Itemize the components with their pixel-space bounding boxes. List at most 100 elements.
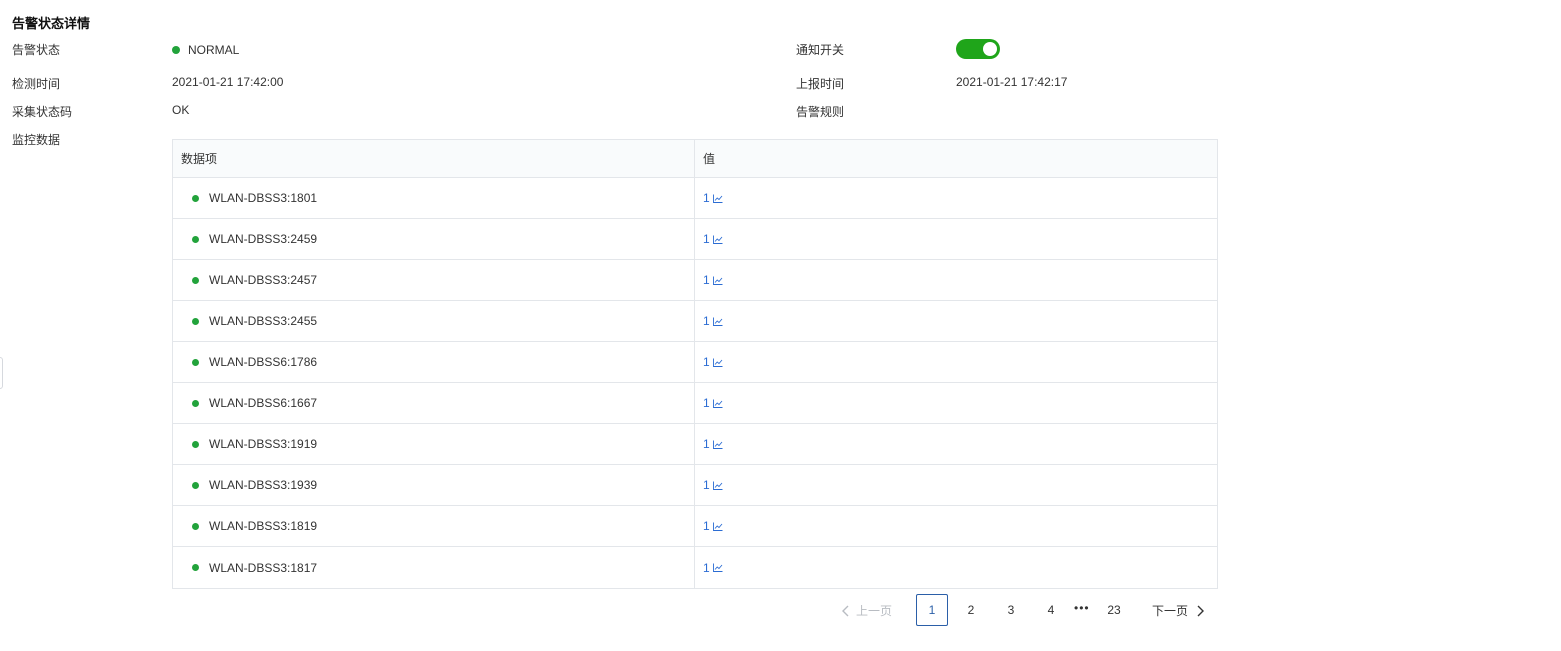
table-row: WLAN-DBSS3:1939 1 <box>173 465 1217 506</box>
value-cell: 1 <box>695 342 1217 382</box>
status-ok-icon <box>192 276 199 284</box>
notify-switch-label: 通知开关 <box>796 43 845 57</box>
value-cell: 1 <box>695 383 1217 423</box>
data-item-name: WLAN-DBSS3:2457 <box>209 273 318 287</box>
status-ok-icon <box>192 522 199 530</box>
detect-time-label: 检测时间 <box>12 77 61 91</box>
table-body: WLAN-DBSS3:1801 1 WLAN-DBSS3:2459 1 WLAN-DBS… <box>173 178 1217 588</box>
alert-status-text: NORMAL <box>188 43 240 57</box>
table-row: WLAN-DBSS3:1919 1 <box>173 424 1217 465</box>
value-chart-link[interactable]: 1 <box>703 273 723 287</box>
status-ok-icon <box>192 194 199 202</box>
value-cell: 1 <box>695 301 1217 341</box>
side-drawer-handle[interactable] <box>0 357 3 389</box>
value-number: 1 <box>703 314 710 328</box>
data-item-cell: WLAN-DBSS3:1817 <box>173 547 695 588</box>
alert-rule-label: 告警规则 <box>796 105 845 119</box>
prev-page-button[interactable]: 上一页 <box>842 602 892 619</box>
value-number: 1 <box>703 191 710 205</box>
chevron-left-icon <box>842 605 849 616</box>
value-number: 1 <box>703 478 710 492</box>
notify-switch-toggle[interactable] <box>956 39 1000 59</box>
line-chart-icon <box>712 235 723 244</box>
value-chart-link[interactable]: 1 <box>703 314 723 328</box>
line-chart-icon <box>712 276 723 285</box>
line-chart-icon <box>712 481 723 490</box>
page-1-button[interactable]: 1 <box>916 594 948 626</box>
report-time-value: 2021-01-21 17:42:17 <box>956 75 1068 89</box>
column-header-item: 数据项 <box>173 140 695 177</box>
data-item-name: WLAN-DBSS3:2455 <box>209 314 318 328</box>
alert-status-value: NORMAL <box>172 43 239 57</box>
data-item-name: WLAN-DBSS6:1667 <box>209 396 318 410</box>
value-chart-link[interactable]: 1 <box>703 355 723 369</box>
data-item-cell: WLAN-DBSS3:1801 <box>173 178 695 218</box>
data-item-name: WLAN-DBSS3:1919 <box>209 437 318 451</box>
page-3-button[interactable]: 3 <box>996 595 1026 625</box>
value-cell: 1 <box>695 547 1217 588</box>
data-item-name: WLAN-DBSS3:2459 <box>209 232 318 246</box>
data-item-name: WLAN-DBSS3:1801 <box>209 191 318 205</box>
monitor-data-table: 数据项 值 WLAN-DBSS3:1801 1 WLAN-DBSS3:2459 1 WL… <box>172 139 1218 589</box>
value-chart-link[interactable]: 1 <box>703 396 723 410</box>
data-item-name: WLAN-DBSS3:1819 <box>209 519 318 533</box>
data-item-name: WLAN-DBSS6:1786 <box>209 355 318 369</box>
value-chart-link[interactable]: 1 <box>703 561 723 575</box>
value-chart-link[interactable]: 1 <box>703 519 723 533</box>
report-time-label: 上报时间 <box>796 77 845 91</box>
value-cell: 1 <box>695 260 1217 300</box>
value-cell: 1 <box>695 178 1217 218</box>
data-item-cell: WLAN-DBSS3:2459 <box>173 219 695 259</box>
table-row: WLAN-DBSS3:2457 1 <box>173 260 1217 301</box>
status-ok-icon <box>192 399 199 407</box>
line-chart-icon <box>712 194 723 203</box>
page-title: 告警状态详情 <box>12 16 91 31</box>
value-number: 1 <box>703 273 710 287</box>
status-ok-icon <box>192 564 199 571</box>
data-item-cell: WLAN-DBSS6:1667 <box>173 383 695 423</box>
value-chart-link[interactable]: 1 <box>703 191 723 205</box>
status-ok-icon <box>192 317 199 325</box>
data-item-cell: WLAN-DBSS6:1786 <box>173 342 695 382</box>
data-item-cell: WLAN-DBSS3:1939 <box>173 465 695 505</box>
toggle-knob <box>983 42 997 56</box>
value-number: 1 <box>703 396 710 410</box>
status-ok-icon <box>192 235 199 243</box>
page-ellipsis[interactable]: ••• <box>1074 601 1090 615</box>
value-chart-link[interactable]: 1 <box>703 478 723 492</box>
line-chart-icon <box>712 358 723 367</box>
line-chart-icon <box>712 399 723 408</box>
status-ok-icon <box>192 440 199 448</box>
alert-status-label: 告警状态 <box>12 43 61 57</box>
data-item-name: WLAN-DBSS3:1817 <box>209 560 318 575</box>
value-cell: 1 <box>695 465 1217 505</box>
page-4-button[interactable]: 4 <box>1036 595 1066 625</box>
collect-code-label: 采集状态码 <box>12 105 73 119</box>
value-chart-link[interactable]: 1 <box>703 437 723 451</box>
chevron-right-icon <box>1197 605 1205 616</box>
table-row: WLAN-DBSS6:1786 1 <box>173 342 1217 383</box>
page-last-button[interactable]: 23 <box>1099 595 1129 625</box>
value-number: 1 <box>703 437 710 451</box>
data-item-cell: WLAN-DBSS3:1919 <box>173 424 695 464</box>
data-item-cell: WLAN-DBSS3:2457 <box>173 260 695 300</box>
prev-page-label: 上一页 <box>856 604 893 618</box>
value-number: 1 <box>703 560 710 575</box>
table-row: WLAN-DBSS6:1667 1 <box>173 383 1217 424</box>
line-chart-icon <box>712 440 723 449</box>
status-ok-icon <box>192 358 199 366</box>
table-header: 数据项 值 <box>173 140 1217 178</box>
table-row: WLAN-DBSS3:2455 1 <box>173 301 1217 342</box>
value-number: 1 <box>703 519 710 533</box>
next-page-button[interactable]: 下一页 <box>1152 602 1205 619</box>
next-page-label: 下一页 <box>1152 604 1189 618</box>
value-chart-link[interactable]: 1 <box>703 232 723 246</box>
table-row: WLAN-DBSS3:1801 1 <box>173 178 1217 219</box>
line-chart-icon <box>712 563 723 572</box>
data-item-cell: WLAN-DBSS3:1819 <box>173 506 695 546</box>
line-chart-icon <box>712 317 723 326</box>
value-cell: 1 <box>695 506 1217 546</box>
page-2-button[interactable]: 2 <box>956 595 986 625</box>
collect-code-value: OK <box>172 103 190 117</box>
line-chart-icon <box>712 522 723 531</box>
